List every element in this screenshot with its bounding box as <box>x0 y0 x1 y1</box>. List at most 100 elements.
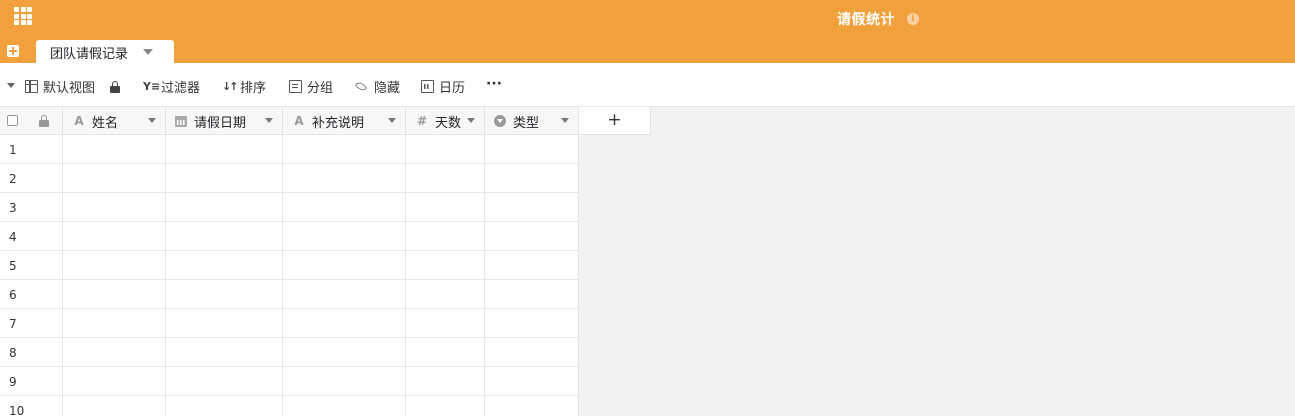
table-cell[interactable] <box>283 222 406 251</box>
view-selector[interactable]: 默认视图 <box>25 77 96 96</box>
table-row[interactable]: 10 <box>0 396 579 416</box>
more-options-icon[interactable]: ··· <box>486 76 502 92</box>
table-cell[interactable] <box>283 338 406 367</box>
column-title: 类型 <box>513 115 540 131</box>
table-cell[interactable] <box>166 251 283 280</box>
group-button[interactable]: 分组 <box>289 77 333 96</box>
table-cell[interactable] <box>63 396 166 416</box>
table-cell[interactable] <box>166 280 283 309</box>
table-cell[interactable] <box>63 251 166 280</box>
chevron-down-icon[interactable] <box>388 118 396 123</box>
row-index-cell: 2 <box>0 164 63 193</box>
table-cell[interactable] <box>166 338 283 367</box>
table-cell[interactable] <box>166 135 283 164</box>
chevron-down-icon[interactable] <box>143 49 153 55</box>
table-row[interactable]: 1 <box>0 135 579 164</box>
chevron-down-icon[interactable] <box>148 118 156 123</box>
chevron-down-icon[interactable] <box>561 118 569 123</box>
column-header-days[interactable]: # 天数 <box>406 107 485 135</box>
table-cell[interactable] <box>406 193 485 222</box>
column-header-leave-date[interactable]: 请假日期 <box>166 107 283 135</box>
text-field-icon: A <box>294 114 304 128</box>
table-cell[interactable] <box>283 164 406 193</box>
table-cell[interactable] <box>485 367 579 396</box>
table-cell[interactable] <box>485 338 579 367</box>
table-cell[interactable] <box>406 338 485 367</box>
sort-button[interactable]: ↓↑ 排序 <box>222 77 267 96</box>
table-cell[interactable] <box>485 164 579 193</box>
chevron-down-icon[interactable] <box>265 118 273 123</box>
table-cell[interactable] <box>406 251 485 280</box>
table-cell[interactable] <box>406 135 485 164</box>
table-cell[interactable] <box>63 309 166 338</box>
table-cell[interactable] <box>406 222 485 251</box>
base-title[interactable]: 请假统计 <box>837 9 895 29</box>
table-cell[interactable] <box>63 367 166 396</box>
group-icon <box>289 79 302 93</box>
select-all-cell <box>0 107 63 135</box>
table-cell[interactable] <box>485 396 579 416</box>
table-cell[interactable] <box>283 280 406 309</box>
column-header-type[interactable]: 类型 <box>485 107 579 135</box>
table-row[interactable]: 9 <box>0 367 579 396</box>
view-lock-button[interactable] <box>110 78 125 96</box>
row-index-cell: 5 <box>0 251 63 280</box>
table-cell[interactable] <box>166 396 283 416</box>
chevron-down-icon[interactable] <box>467 118 475 123</box>
table-cell[interactable] <box>283 309 406 338</box>
table-row[interactable]: 2 <box>0 164 579 193</box>
table-cell[interactable] <box>406 280 485 309</box>
table-cell[interactable] <box>485 251 579 280</box>
column-header-notes[interactable]: A 补充说明 <box>283 107 406 135</box>
sort-icon: ↓↑ <box>222 79 238 93</box>
table-cell[interactable] <box>283 251 406 280</box>
table-cell[interactable] <box>63 135 166 164</box>
table-cell[interactable] <box>166 367 283 396</box>
table-cell[interactable] <box>406 396 485 416</box>
table-cell[interactable] <box>166 309 283 338</box>
row-number: 4 <box>9 230 17 244</box>
table-row[interactable]: 5 <box>0 251 579 280</box>
table-row[interactable]: 3 <box>0 193 579 222</box>
table-cell[interactable] <box>283 396 406 416</box>
table-cell[interactable] <box>63 164 166 193</box>
table-cell[interactable] <box>166 222 283 251</box>
filter-button[interactable]: Y≡ 过滤器 <box>143 77 200 96</box>
info-icon[interactable]: i <box>907 13 919 25</box>
table-cell[interactable] <box>283 367 406 396</box>
table-cell[interactable] <box>406 367 485 396</box>
view-list-chevron-icon[interactable] <box>7 83 15 88</box>
add-column-button[interactable]: + <box>579 107 651 135</box>
app-grid-icon[interactable] <box>14 7 33 25</box>
table-cell[interactable] <box>63 338 166 367</box>
row-index-cell: 9 <box>0 367 63 396</box>
tab-team-leave-records[interactable]: 团队请假记录 <box>36 40 174 64</box>
table-cell[interactable] <box>63 222 166 251</box>
column-header-name[interactable]: A 姓名 <box>63 107 166 135</box>
view-label: 默认视图 <box>43 80 96 96</box>
table-cell[interactable] <box>63 280 166 309</box>
sort-label: 排序 <box>240 80 267 96</box>
table-cell[interactable] <box>485 309 579 338</box>
table-row[interactable]: 7 <box>0 309 579 338</box>
table-cell[interactable] <box>485 135 579 164</box>
select-all-checkbox[interactable] <box>7 115 18 126</box>
table-cell[interactable] <box>166 193 283 222</box>
table-cell[interactable] <box>485 280 579 309</box>
add-table-icon[interactable] <box>7 45 19 57</box>
table-cell[interactable] <box>283 193 406 222</box>
hide-fields-button[interactable]: 隐藏 <box>354 77 400 96</box>
table-cell[interactable] <box>166 164 283 193</box>
calendar-button[interactable]: 日历 <box>421 77 465 96</box>
table-cell[interactable] <box>406 309 485 338</box>
table-cell[interactable] <box>485 193 579 222</box>
table-cell[interactable] <box>406 164 485 193</box>
table-cell[interactable] <box>485 222 579 251</box>
table-row[interactable]: 8 <box>0 338 579 367</box>
table-row[interactable]: 4 <box>0 222 579 251</box>
column-title: 姓名 <box>92 115 119 131</box>
eye-icon <box>354 79 368 93</box>
table-row[interactable]: 6 <box>0 280 579 309</box>
table-cell[interactable] <box>283 135 406 164</box>
table-cell[interactable] <box>63 193 166 222</box>
